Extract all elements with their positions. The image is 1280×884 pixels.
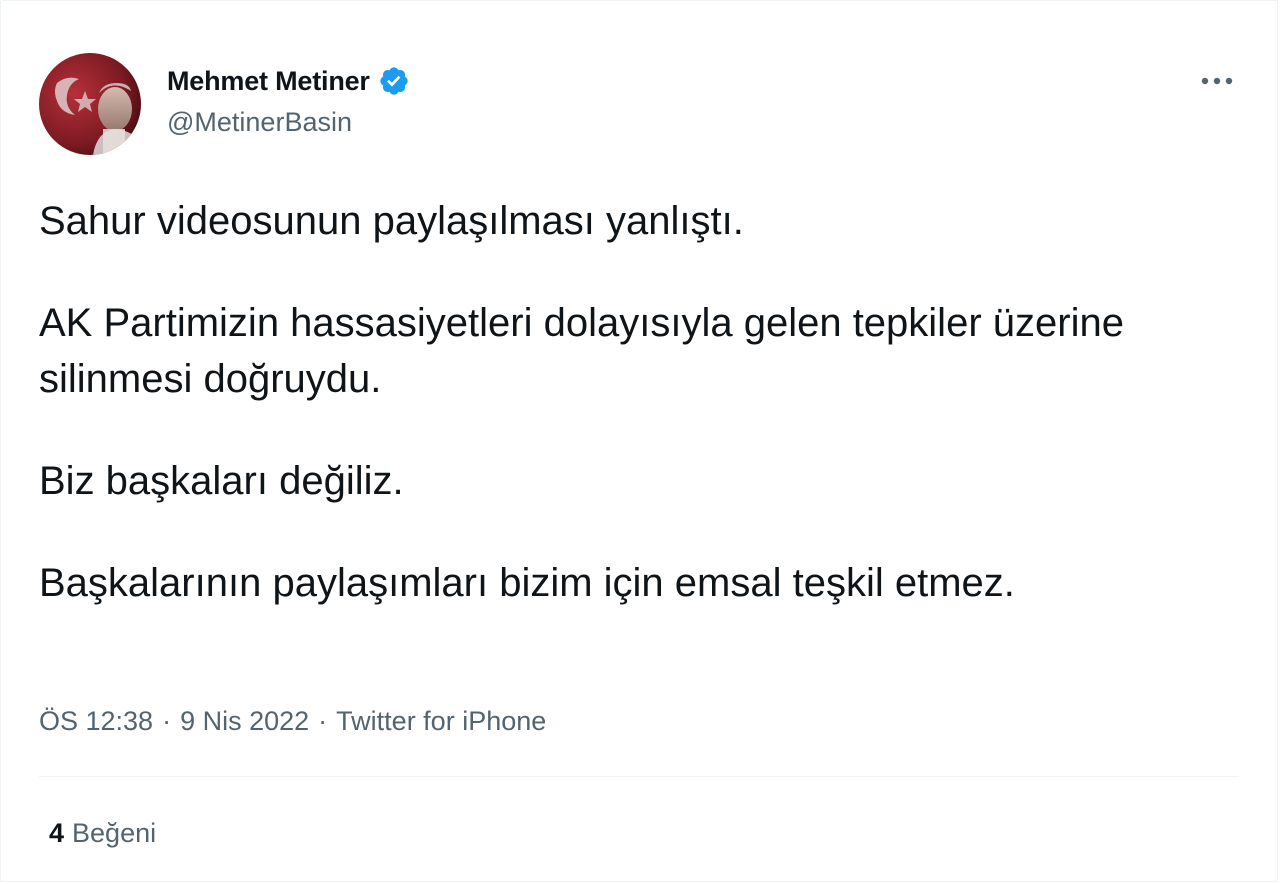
tweet-paragraph: Başkalarının paylaşımları bizim için ems… bbox=[39, 561, 1015, 605]
verified-badge-icon bbox=[378, 65, 410, 97]
tweet-source[interactable]: Twitter for iPhone bbox=[336, 706, 546, 737]
avatar[interactable] bbox=[39, 53, 141, 155]
author-name-row: Mehmet Metiner bbox=[167, 63, 410, 99]
likes-link[interactable]: 4 Beğeni bbox=[49, 813, 156, 853]
tweet-time[interactable]: ÖS 12:38 bbox=[39, 706, 153, 737]
author-handle[interactable]: @MetinerBasin bbox=[167, 107, 352, 138]
likes-label: Beğeni bbox=[72, 817, 157, 848]
tweet-paragraph: AK Partimizin hassasiyetleri dolayısıyla… bbox=[39, 301, 1124, 401]
meta-separator: · bbox=[162, 705, 172, 736]
more-horizontal-icon bbox=[1201, 77, 1233, 85]
avatar-image bbox=[39, 53, 141, 155]
tweet-card: Mehmet Metiner @MetinerBasin Sahur video… bbox=[0, 0, 1278, 882]
tweet-paragraph: Biz başkaları değiliz. bbox=[39, 459, 404, 503]
tweet-text: Sahur videosunun paylaşılması yanlıştı. … bbox=[39, 193, 1239, 657]
divider bbox=[39, 776, 1239, 777]
likes-count: 4 bbox=[49, 817, 65, 848]
meta-separator: · bbox=[318, 705, 328, 736]
author-display-name[interactable]: Mehmet Metiner bbox=[167, 66, 370, 97]
tweet-metadata: ÖS 12:38 · 9 Nis 2022 · Twitter for iPho… bbox=[39, 701, 546, 741]
tweet-date[interactable]: 9 Nis 2022 bbox=[180, 706, 309, 737]
more-options-button[interactable] bbox=[1195, 63, 1239, 99]
tweet-paragraph: Sahur videosunun paylaşılması yanlıştı. bbox=[39, 199, 744, 243]
